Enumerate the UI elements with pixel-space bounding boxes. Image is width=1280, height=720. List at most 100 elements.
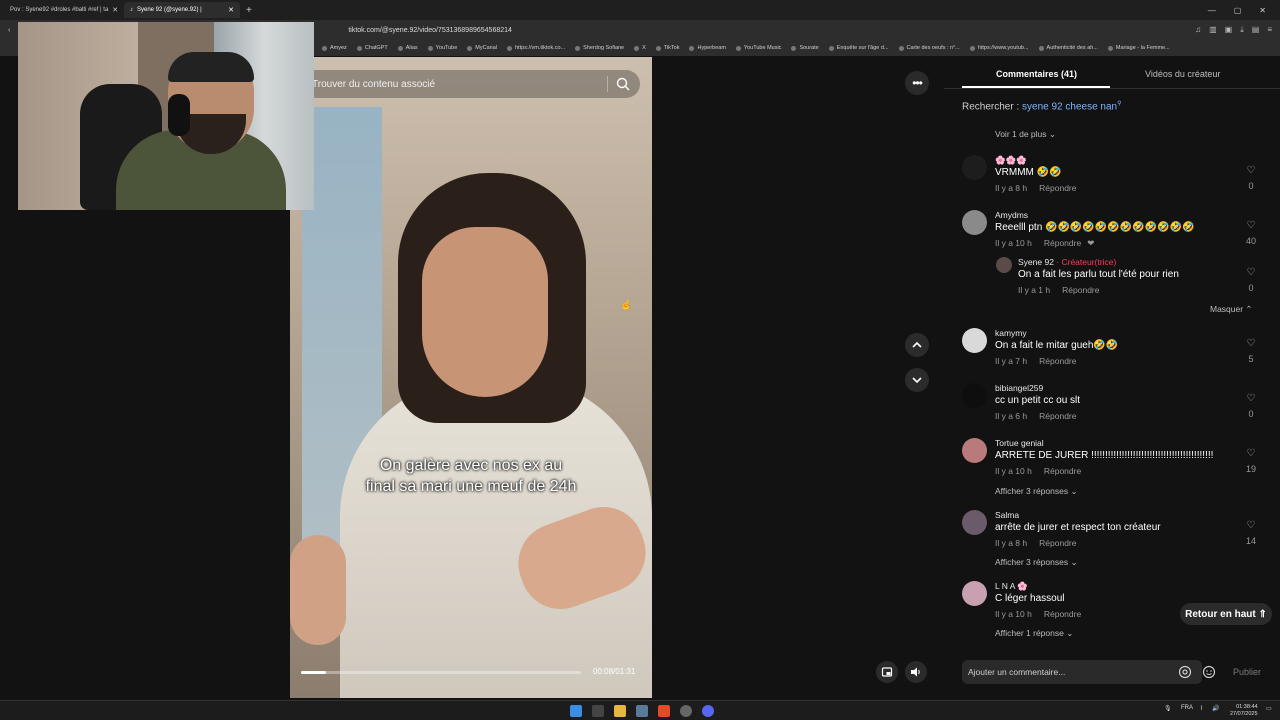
comment-author[interactable]: kamymy [995, 328, 1027, 338]
back-to-top-button[interactable]: Retour en haut ⇑ [1180, 603, 1272, 625]
avatar[interactable] [962, 383, 987, 408]
video-progress-bar[interactable] [301, 671, 581, 674]
reply-button[interactable]: Répondre [1039, 356, 1076, 366]
avatar[interactable] [962, 510, 987, 535]
search-icon[interactable] [616, 77, 630, 91]
discord-icon[interactable] [702, 705, 714, 717]
reply-button[interactable]: Répondre [1039, 538, 1076, 548]
reply-button[interactable]: Répondre [1044, 609, 1081, 619]
avatar[interactable] [962, 438, 987, 463]
bookmark-item[interactable]: https://www.youtub... [969, 45, 1029, 51]
comment-author[interactable]: Salma [995, 510, 1019, 520]
bookmark-item[interactable]: MyCanal [467, 45, 497, 51]
comment-author[interactable]: Amydms [995, 210, 1028, 220]
show-replies-link[interactable]: Afficher 1 réponse ⌄ [995, 628, 1073, 639]
bookmark-item[interactable]: Sourate [791, 45, 819, 51]
music-icon[interactable]: ♫ [1195, 25, 1201, 35]
hide-replies-link[interactable]: Masquer ⌃ [1210, 304, 1253, 315]
next-video-button[interactable] [905, 368, 929, 392]
bookmark-item[interactable]: Hyperbeam [689, 45, 726, 51]
heart-icon[interactable]: ♡ [1244, 220, 1258, 231]
calculator-icon[interactable] [636, 705, 648, 717]
comment-author[interactable]: bibiangel259 [995, 383, 1043, 393]
heart-icon[interactable]: ♡ [1244, 393, 1258, 404]
heart-icon[interactable]: ♡ [1244, 267, 1258, 278]
mention-icon[interactable] [1178, 665, 1192, 679]
tab-creator-videos[interactable]: Vidéos du créateur [1145, 69, 1220, 79]
task-view-icon[interactable] [592, 705, 604, 717]
avatar[interactable] [962, 328, 987, 353]
avatar[interactable] [962, 155, 987, 180]
comment-author[interactable]: Tortue genial [995, 438, 1044, 448]
avatar[interactable] [962, 581, 987, 606]
reply-button[interactable]: Répondre [1044, 466, 1081, 476]
show-replies-link[interactable]: Afficher 3 réponses ⌄ [995, 557, 1078, 568]
related-query[interactable]: syene 92 cheese nan [1022, 101, 1117, 112]
windows-start-icon[interactable] [570, 705, 582, 717]
reply-button[interactable]: Répondre [1044, 238, 1081, 248]
bookmark-item[interactable]: YouTube [427, 45, 457, 51]
related-search-link[interactable]: Rechercher : syene 92 cheese nan⚲ [962, 100, 1122, 112]
view-more-link[interactable]: Voir 1 de plus ⌄ [995, 129, 1056, 140]
minimize-icon[interactable]: — [1208, 6, 1216, 15]
bookmark-item[interactable]: Mariage - la Femme... [1107, 45, 1170, 51]
back-icon[interactable]: ‹ [8, 27, 10, 34]
comment-input[interactable]: Ajouter un commentaire... [962, 660, 1202, 684]
file-explorer-icon[interactable] [614, 705, 626, 717]
emoji-icon[interactable] [1202, 665, 1216, 679]
bookmark-item[interactable]: ChatGPT [356, 45, 388, 51]
video-player[interactable]: On galère avec nos ex au final sa mari u… [290, 57, 652, 698]
bookmark-item[interactable]: Sherdog Sofiane [575, 45, 624, 51]
more-options-button[interactable]: ••• [905, 71, 929, 95]
maximize-icon[interactable]: ▢ [1234, 6, 1242, 15]
bookmark-item[interactable]: Alias [397, 45, 418, 51]
wifi-icon[interactable]: ⌇ [1200, 705, 1203, 712]
brave-browser-icon[interactable] [658, 705, 670, 717]
sidebar-icon[interactable]: ▥ [1209, 25, 1217, 35]
reply-button[interactable]: Répondre [1062, 285, 1099, 295]
download-icon[interactable]: ⤓ [1240, 25, 1244, 35]
avatar[interactable] [996, 257, 1012, 273]
volume-button[interactable] [905, 661, 927, 683]
related-search-input[interactable]: Trouver du contenu associé [302, 70, 640, 98]
bookmark-item[interactable]: Carte des oeufs : n°... [898, 45, 960, 51]
menu-icon[interactable]: ≡ [1267, 25, 1272, 35]
microphone-icon[interactable]: 🎙 [1164, 705, 1172, 712]
heart-icon[interactable]: ♡ [1244, 338, 1258, 349]
bookmark-item[interactable]: https://vm.tiktok.co... [507, 45, 565, 51]
reply-button[interactable]: Répondre [1039, 411, 1076, 421]
show-replies-link[interactable]: Afficher 3 réponses ⌄ [995, 486, 1078, 497]
heart-icon[interactable]: ♡ [1244, 448, 1258, 459]
system-clock[interactable]: 01:38:44 27/07/2025 [1230, 704, 1258, 718]
avatar[interactable] [962, 210, 987, 235]
volume-icon[interactable]: 🔊 [1212, 705, 1219, 712]
previous-video-button[interactable] [905, 333, 929, 357]
notifications-icon[interactable]: ▭ [1266, 705, 1272, 712]
bookmark-item[interactable]: X [634, 45, 646, 51]
reply-button[interactable]: Répondre [1039, 183, 1076, 193]
new-tab-icon[interactable]: + [246, 5, 252, 16]
settings-icon[interactable] [680, 705, 692, 717]
screenshot-icon[interactable]: ▣ [1225, 25, 1233, 35]
comment-author[interactable]: Syene 92 · Créateur(trice) [1018, 257, 1116, 267]
tab-comments[interactable]: Commentaires (41) [996, 69, 1077, 79]
heart-icon[interactable]: ♡ [1244, 520, 1258, 531]
close-tab-icon[interactable]: ✕ [112, 6, 118, 14]
bookmark-item[interactable]: Enquête sur l'âge d... [828, 45, 889, 51]
url-field[interactable]: tiktok.com/@syene.92/video/7531368989654… [348, 27, 512, 34]
pip-button[interactable] [876, 661, 898, 683]
bookmark-item[interactable]: YouTube Music [735, 45, 781, 51]
browser-tab-1[interactable]: Pov : Syene92 #droles #balti #ref | ta ✕ [4, 2, 120, 18]
close-window-icon[interactable]: ✕ [1259, 6, 1266, 15]
comment-author[interactable]: 🌸🌸🌸 [995, 155, 1027, 166]
close-tab-icon[interactable]: ✕ [228, 6, 234, 14]
browser-tab-2[interactable]: ♪ Syene 92 (@syene.92) | ✕ [124, 2, 240, 18]
bookmark-item[interactable]: Amyez [322, 45, 347, 51]
bookmark-item[interactable]: TikTok [655, 45, 679, 51]
publish-button[interactable]: Publier [1233, 667, 1261, 677]
heart-icon[interactable]: ♡ [1244, 165, 1258, 176]
comment-author[interactable]: L N A 🌸 [995, 581, 1028, 592]
wallet-icon[interactable]: ▤ [1252, 25, 1260, 35]
bookmark-item[interactable]: Authenticité des ah... [1038, 45, 1098, 51]
language-indicator[interactable]: FRA [1181, 705, 1193, 711]
